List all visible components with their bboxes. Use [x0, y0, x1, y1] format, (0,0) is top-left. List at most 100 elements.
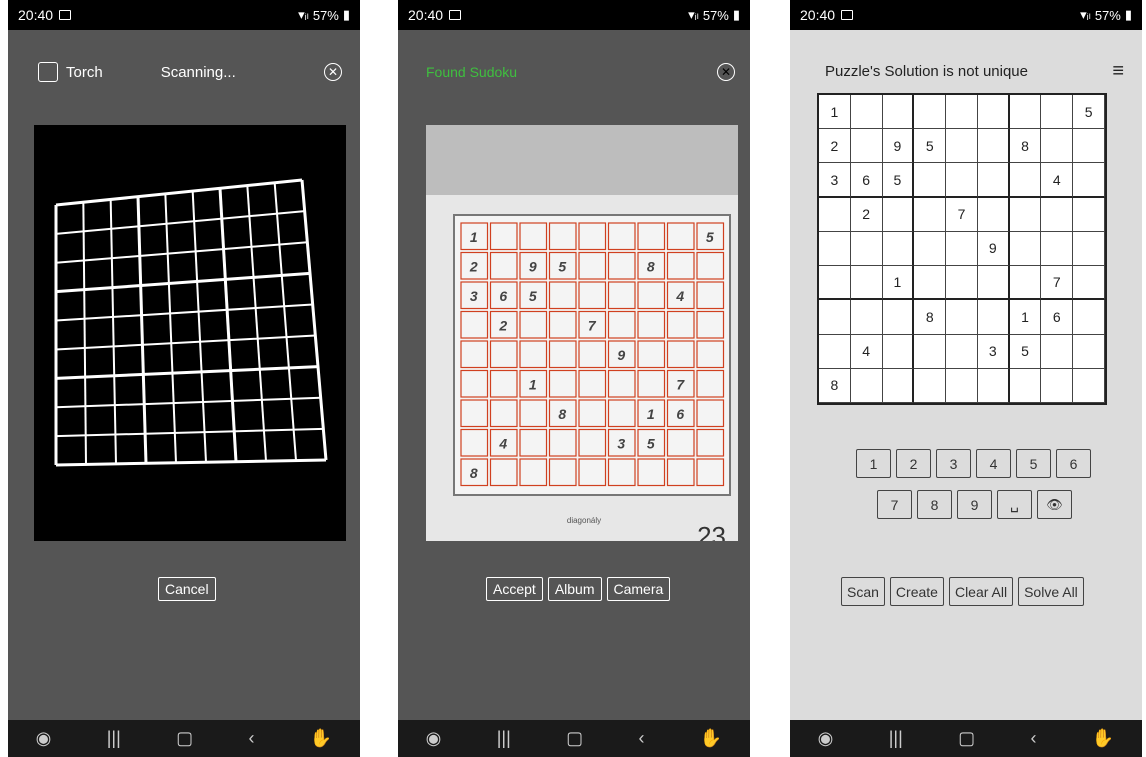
sudoku-cell[interactable]: 1 [1009, 300, 1042, 335]
sudoku-cell[interactable] [914, 266, 947, 301]
assist-icon[interactable]: ✋ [1092, 728, 1114, 749]
sudoku-cell[interactable]: 9 [977, 231, 1010, 267]
sudoku-cell[interactable] [850, 95, 883, 130]
sudoku-cell[interactable] [1009, 231, 1042, 267]
sudoku-cell[interactable] [1009, 163, 1042, 198]
sudoku-cell[interactable] [1041, 129, 1074, 164]
back-icon[interactable]: ‹ [1031, 728, 1037, 749]
sudoku-cell[interactable] [1073, 368, 1105, 403]
sudoku-cell[interactable] [1009, 95, 1042, 130]
solve-all-button[interactable]: Solve All [1018, 577, 1084, 606]
home-icon[interactable]: ▢ [958, 728, 975, 749]
cancel-button[interactable]: Cancel [158, 577, 216, 601]
eye-icon[interactable]: 👁 [1037, 490, 1072, 519]
sudoku-cell[interactable] [1073, 266, 1105, 301]
assist-icon[interactable]: ✋ [700, 728, 722, 749]
sudoku-cell[interactable]: 1 [882, 266, 915, 301]
sudoku-cell[interactable] [946, 266, 978, 301]
sudoku-cell[interactable] [850, 368, 883, 403]
menu-icon[interactable]: ≡ [1112, 60, 1124, 83]
sudoku-cell[interactable]: 5 [914, 129, 947, 164]
sudoku-cell[interactable] [946, 95, 978, 130]
sudoku-cell[interactable]: 3 [977, 334, 1010, 369]
numpad-key[interactable]: 9 [957, 490, 992, 519]
numpad-key[interactable]: 3 [936, 449, 971, 478]
close-icon[interactable]: ✕ [717, 63, 735, 81]
recents-icon[interactable]: ||| [107, 728, 121, 749]
sudoku-cell[interactable] [882, 197, 915, 232]
sudoku-cell[interactable] [819, 231, 851, 267]
numpad-key[interactable]: 6 [1056, 449, 1091, 478]
sudoku-cell[interactable] [850, 231, 883, 267]
sudoku-cell[interactable] [946, 129, 978, 164]
sudoku-cell[interactable]: 9 [882, 129, 915, 164]
sudoku-cell[interactable] [1009, 197, 1042, 232]
create-button[interactable]: Create [889, 577, 944, 606]
accept-button[interactable]: Accept [486, 577, 543, 601]
sudoku-cell[interactable] [977, 129, 1010, 164]
sudoku-cell[interactable] [914, 197, 947, 232]
sudoku-cell[interactable]: 7 [1041, 266, 1074, 301]
sudoku-cell[interactable] [819, 266, 851, 301]
sudoku-cell[interactable]: 5 [1073, 95, 1105, 130]
sudoku-cell[interactable]: 2 [850, 197, 883, 232]
sudoku-cell[interactable]: 7 [946, 197, 978, 232]
numpad-key[interactable]: 8 [917, 490, 952, 519]
recents-icon[interactable]: ||| [889, 728, 903, 749]
sudoku-cell[interactable] [946, 231, 978, 267]
space-key-icon[interactable]: ␣ [997, 490, 1032, 519]
recents-icon[interactable]: ||| [497, 728, 511, 749]
back-icon[interactable]: ‹ [249, 728, 255, 749]
sudoku-cell[interactable] [914, 368, 947, 403]
sudoku-cell[interactable] [1009, 368, 1042, 403]
sudoku-cell[interactable] [946, 300, 978, 335]
numpad-key[interactable]: 5 [1016, 449, 1051, 478]
sudoku-cell[interactable] [1073, 300, 1105, 335]
sudoku-cell[interactable]: 5 [882, 163, 915, 198]
sudoku-cell[interactable]: 8 [914, 300, 947, 335]
sudoku-cell[interactable] [1073, 197, 1105, 232]
sudoku-cell[interactable] [1073, 129, 1105, 164]
camera-button[interactable]: Camera [606, 577, 671, 601]
sudoku-cell[interactable] [850, 266, 883, 301]
sudoku-cell[interactable] [977, 197, 1010, 232]
sudoku-cell[interactable] [850, 300, 883, 335]
numpad-key[interactable]: 4 [976, 449, 1011, 478]
back-icon[interactable]: ‹ [639, 728, 645, 749]
numpad-key[interactable]: 2 [896, 449, 931, 478]
sudoku-cell[interactable]: 6 [850, 163, 883, 198]
sudoku-cell[interactable] [946, 368, 978, 403]
sudoku-cell[interactable] [882, 95, 915, 130]
sudoku-cell[interactable]: 6 [1041, 300, 1074, 335]
sudoku-cell[interactable] [977, 266, 1010, 301]
sudoku-cell[interactable] [914, 231, 947, 267]
numpad-key[interactable]: 7 [877, 490, 912, 519]
clear-all-button[interactable]: Clear All [948, 577, 1014, 606]
assist-icon[interactable]: ✋ [310, 728, 332, 749]
sudoku-cell[interactable] [882, 231, 915, 267]
sudoku-cell[interactable] [914, 95, 947, 130]
home-icon[interactable]: ▢ [566, 728, 583, 749]
sudoku-cell[interactable]: 2 [819, 129, 851, 164]
sudoku-cell[interactable]: 8 [1009, 129, 1042, 164]
sudoku-cell[interactable] [1041, 231, 1074, 267]
sudoku-cell[interactable] [1073, 163, 1105, 198]
sudoku-cell[interactable] [977, 163, 1010, 198]
sudoku-cell[interactable]: 4 [850, 334, 883, 369]
sudoku-cell[interactable] [1041, 334, 1074, 369]
sudoku-cell[interactable] [1009, 266, 1042, 301]
close-icon[interactable]: ✕ [324, 63, 342, 81]
album-button[interactable]: Album [547, 577, 602, 601]
sudoku-cell[interactable] [882, 368, 915, 403]
numpad-key[interactable]: 1 [856, 449, 891, 478]
sudoku-cell[interactable] [914, 334, 947, 369]
scan-button[interactable]: Scan [841, 577, 885, 606]
game-icon[interactable]: ◉ [36, 728, 52, 749]
sudoku-cell[interactable] [1041, 95, 1074, 130]
sudoku-cell[interactable] [977, 95, 1010, 130]
sudoku-cell[interactable] [1041, 197, 1074, 232]
sudoku-cell[interactable]: 8 [819, 368, 851, 403]
sudoku-cell[interactable] [882, 300, 915, 335]
sudoku-cell[interactable] [914, 163, 947, 198]
sudoku-cell[interactable] [1073, 334, 1105, 369]
